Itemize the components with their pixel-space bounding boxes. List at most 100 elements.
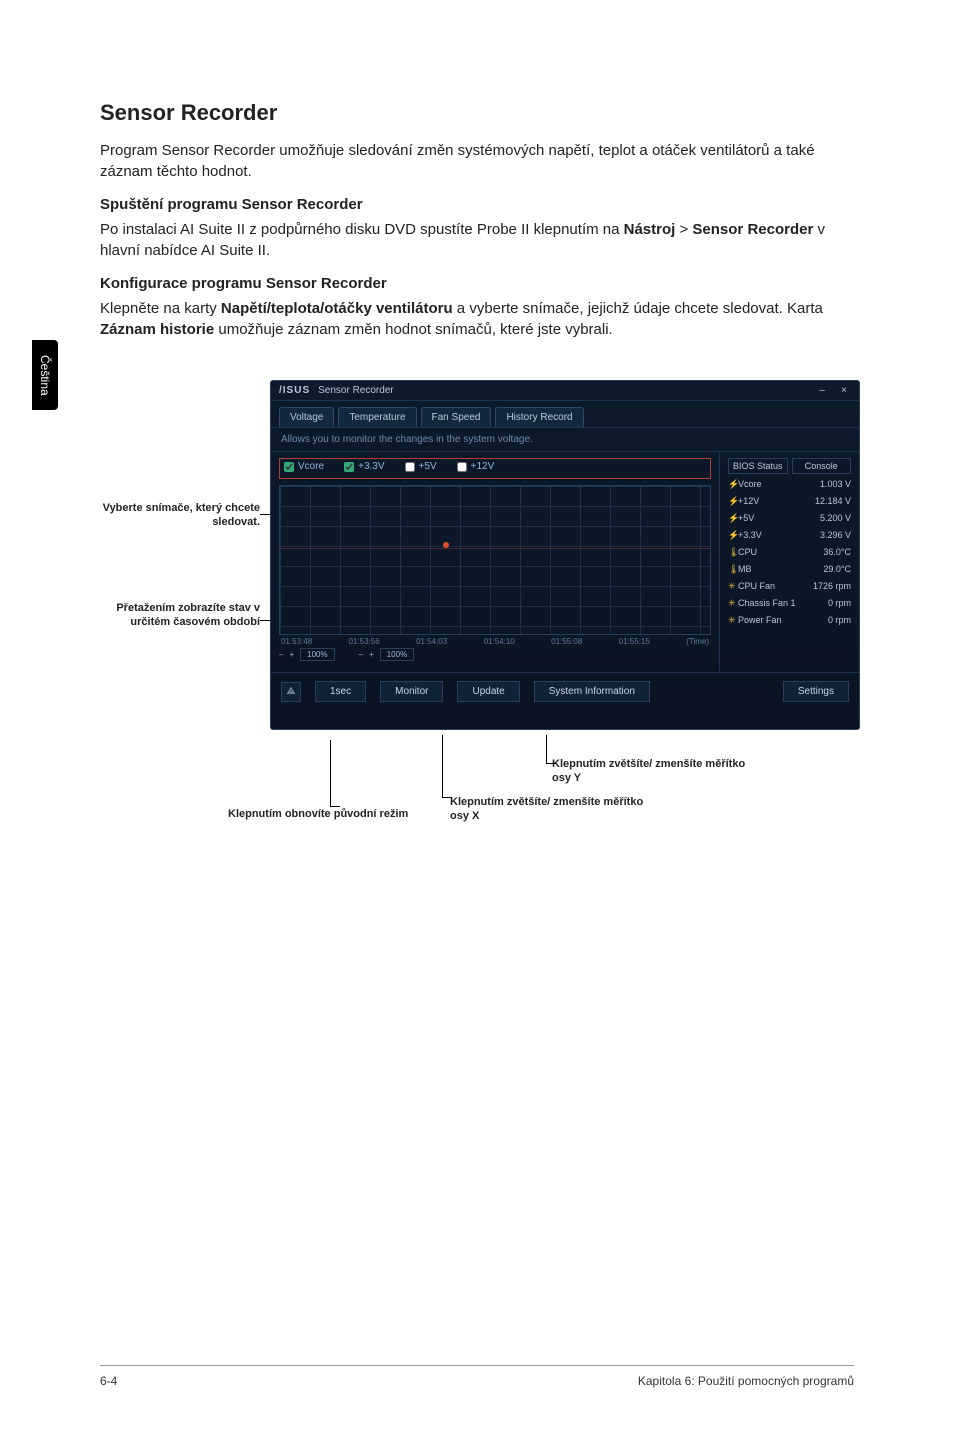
- checkbox-icon[interactable]: [457, 462, 467, 472]
- reset-interval-button[interactable]: 1sec: [315, 681, 366, 702]
- checkbox-icon[interactable]: [344, 462, 354, 472]
- system-info-button[interactable]: System Information: [534, 681, 650, 702]
- status-key: CPU: [738, 547, 757, 557]
- config-bold1: Napětí/teplota/otáčky ventilátoru: [221, 300, 453, 317]
- callout-restore-default: Klepnutím obnovíte původní režim: [228, 808, 418, 822]
- status-value: 5.200 V: [820, 513, 851, 524]
- subheading-config: Konfigurace programu Sensor Recorder: [100, 275, 854, 292]
- status-key: +3.3V: [738, 530, 762, 540]
- status-row: ⚡+12V12.184 V: [728, 495, 851, 508]
- callout-drag-period: Přetažením zobrazíte stav v určitém časo…: [100, 602, 260, 630]
- zoom-x-value: 100%: [300, 648, 334, 661]
- leader-line: [546, 735, 547, 763]
- zoom-in-x-icon[interactable]: +: [289, 650, 294, 659]
- leader-line: [442, 735, 443, 797]
- status-value: 0 rpm: [828, 615, 851, 626]
- status-value: 29.0°C: [823, 564, 851, 575]
- close-button[interactable]: ×: [837, 385, 851, 396]
- page-number: 6-4: [100, 1374, 117, 1388]
- check-3v3[interactable]: +3.3V: [344, 461, 384, 472]
- status-row: ⚡+5V 5.200 V: [728, 512, 851, 525]
- window-titlebar: /ISUS Sensor Recorder – ×: [271, 381, 859, 401]
- bolt-icon: ⚡: [728, 513, 738, 524]
- axis-tick: 01:53:48: [281, 637, 312, 646]
- side-tab-console[interactable]: Console: [792, 458, 852, 474]
- leader-line: [546, 763, 556, 764]
- status-row: ✳Power Fan 0 rpm: [728, 614, 851, 627]
- app-logo-icon[interactable]: ⟁: [281, 682, 301, 702]
- status-row: 🌡MB 29.0°C: [728, 563, 851, 576]
- status-key: Power Fan: [738, 615, 782, 625]
- status-row: 🌡CPU36.0°C: [728, 546, 851, 559]
- status-key: MB: [738, 564, 752, 574]
- status-value: 1.003 V: [820, 479, 851, 490]
- status-row: ✳Chassis Fan 10 rpm: [728, 597, 851, 610]
- screenshot-panel: /ISUS Sensor Recorder – × Voltage Temper…: [270, 380, 860, 730]
- tab-bar: Voltage Temperature Fan Speed History Re…: [271, 401, 859, 427]
- zoom-y-value: 100%: [380, 648, 414, 661]
- axis-unit: (Time): [686, 637, 709, 646]
- settings-button[interactable]: Settings: [783, 681, 849, 702]
- tab-history-record[interactable]: History Record: [495, 407, 583, 427]
- launch-paragraph: Po instalaci AI Suite II z podpůrného di…: [100, 219, 854, 261]
- callout-scale-y: Klepnutím zvětšíte/ zmenšíte měřítko osy…: [552, 758, 752, 786]
- status-row: ✳CPU Fan1726 rpm: [728, 580, 851, 593]
- check-vcore[interactable]: Vcore: [284, 461, 324, 472]
- axis-tick: 01:54:10: [484, 637, 515, 646]
- status-key: Chassis Fan 1: [738, 598, 796, 608]
- config-bold2: Záznam historie: [100, 321, 214, 338]
- chart-grid[interactable]: [279, 485, 711, 635]
- sensor-checkbox-row: Vcore +3.3V +5V +12V: [279, 458, 711, 479]
- config-paragraph: Klepněte na karty Napětí/teplota/otáčky …: [100, 298, 854, 340]
- zoom-out-y-icon[interactable]: –: [359, 650, 363, 659]
- bolt-icon: ⚡: [728, 530, 738, 541]
- leader-line: [330, 740, 331, 806]
- callout-scale-x: Klepnutím zvětšíte/ zmenšíte měřítko osy…: [450, 796, 650, 824]
- monitor-button[interactable]: Monitor: [380, 681, 443, 702]
- axis-tick: 01:54:03: [416, 637, 447, 646]
- status-sidebar: BIOS Status Console ⚡Vcore1.003 V ⚡+12V1…: [719, 452, 859, 672]
- check-5v[interactable]: +5V: [405, 461, 437, 472]
- status-row: ⚡+3.3V 3.296 V: [728, 529, 851, 542]
- leader-line: [330, 806, 340, 807]
- side-language-tab: Čeština: [32, 340, 58, 410]
- check-label: Vcore: [298, 461, 324, 472]
- zoom-bar: – + 100% – + 100%: [279, 646, 711, 661]
- check-label: +12V: [471, 461, 495, 472]
- intro-paragraph: Program Sensor Recorder umožňuje sledová…: [100, 140, 854, 182]
- update-button[interactable]: Update: [457, 681, 519, 702]
- chart-area: Vcore +3.3V +5V +12V 01:53:48 01:53:56 0…: [271, 452, 719, 672]
- thermometer-icon: 🌡: [728, 564, 738, 575]
- window-title: Sensor Recorder: [318, 385, 394, 396]
- status-value: 3.296 V: [820, 530, 851, 541]
- config-text-a: Klepněte na karty: [100, 300, 221, 317]
- tab-temperature[interactable]: Temperature: [338, 407, 416, 427]
- launch-sensor-recorder: Sensor Recorder: [692, 221, 813, 238]
- check-12v[interactable]: +12V: [457, 461, 495, 472]
- checkbox-icon[interactable]: [405, 462, 415, 472]
- tab-voltage[interactable]: Voltage: [279, 407, 334, 427]
- tab-fan-speed[interactable]: Fan Speed: [421, 407, 492, 427]
- zoom-in-y-icon[interactable]: +: [369, 650, 374, 659]
- thermometer-icon: 🌡: [728, 547, 738, 558]
- side-tab-bios[interactable]: BIOS Status: [728, 458, 788, 474]
- chart-series-line: [280, 548, 710, 549]
- check-label: +3.3V: [358, 461, 384, 472]
- checkbox-icon[interactable]: [284, 462, 294, 472]
- status-value: 0 rpm: [828, 598, 851, 609]
- hint-text: Allows you to monitor the changes in the…: [271, 427, 859, 452]
- status-row: ⚡Vcore 1.003 V: [728, 478, 851, 491]
- brand-logo: /ISUS: [279, 385, 310, 396]
- axis-tick: 01:53:56: [349, 637, 380, 646]
- status-key: CPU Fan: [738, 581, 775, 591]
- bolt-icon: ⚡: [728, 496, 738, 507]
- minimize-button[interactable]: –: [815, 385, 829, 396]
- zoom-out-x-icon[interactable]: –: [279, 650, 283, 659]
- status-value: 1726 rpm: [813, 581, 851, 592]
- callout-select-sensors: Vyberte snímače, který chcete sledovat.: [100, 502, 260, 530]
- chapter-label: Kapitola 6: Použití pomocných programů: [638, 1374, 854, 1388]
- status-key: +5V: [738, 513, 754, 523]
- bolt-icon: ⚡: [728, 479, 738, 490]
- fan-icon: ✳: [728, 615, 738, 626]
- status-key: Vcore: [738, 479, 762, 489]
